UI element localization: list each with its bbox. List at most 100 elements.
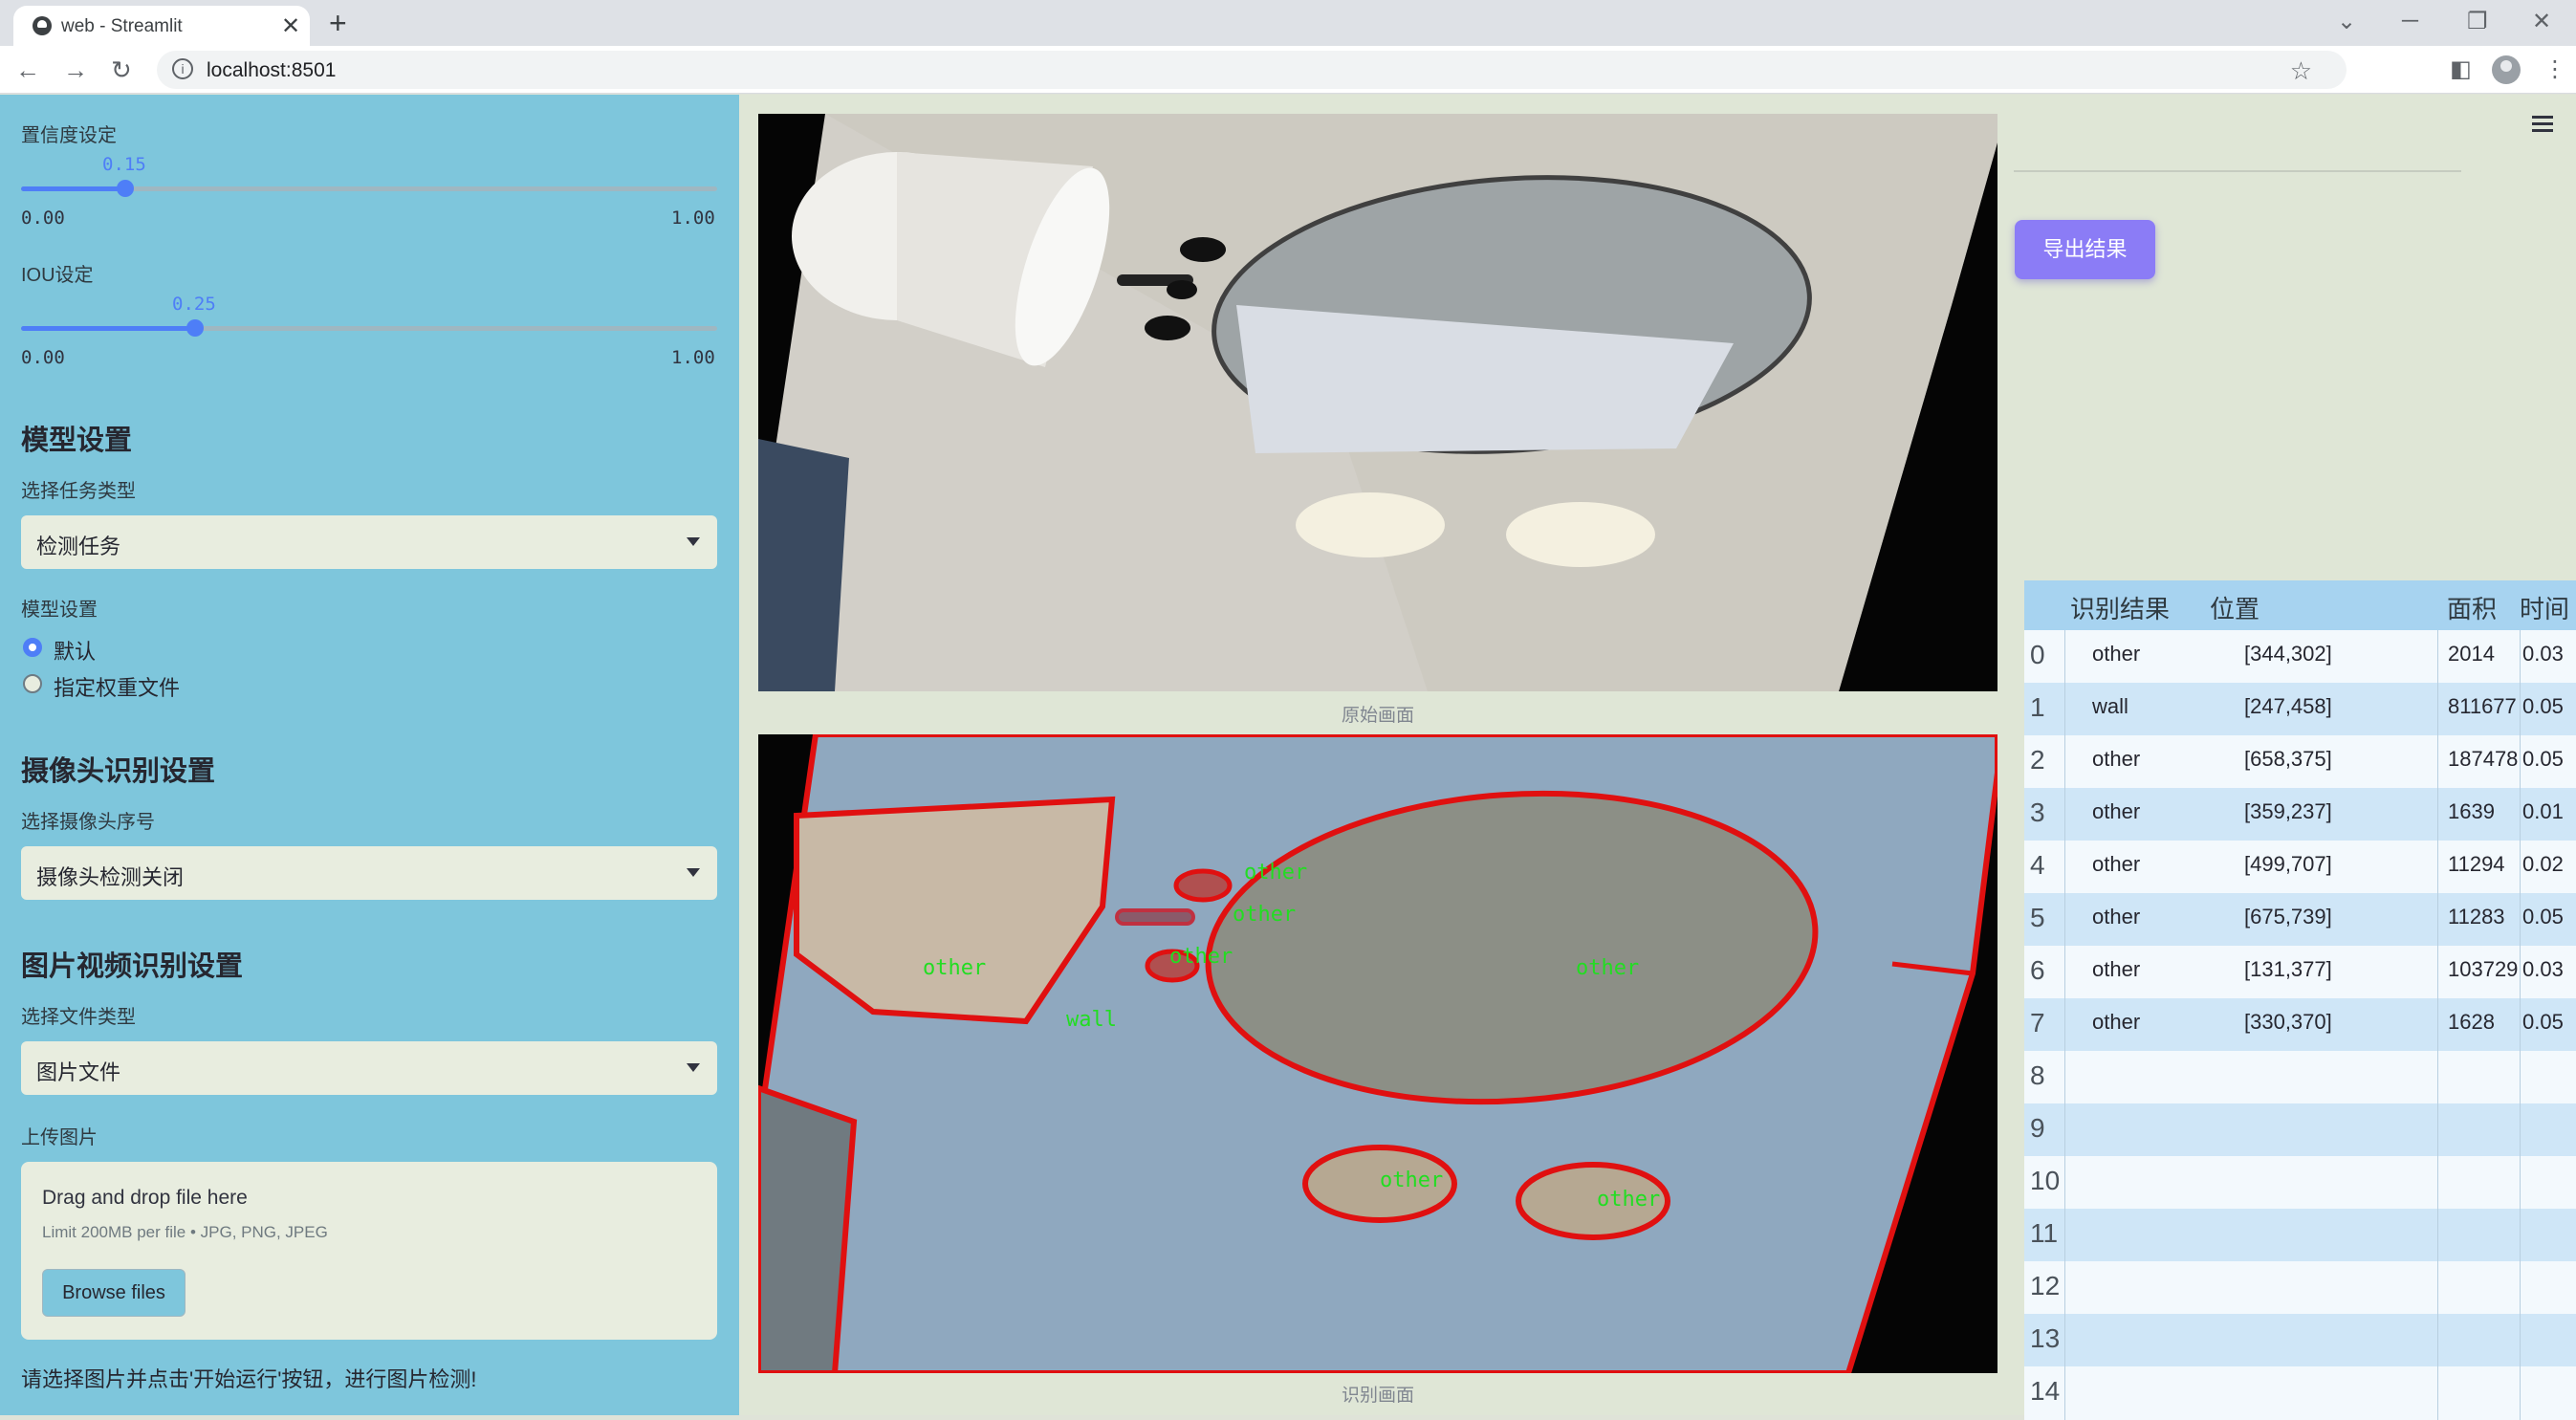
column-separator	[2437, 683, 2438, 736]
upload-limit: Limit 200MB per file • JPG, PNG, JPEG	[42, 1223, 328, 1241]
table-row[interactable]: 13	[2024, 1314, 2576, 1367]
column-header[interactable]: 时间	[2520, 590, 2569, 625]
time-cell: 0.03	[2522, 957, 2564, 981]
column-separator	[2437, 1051, 2438, 1104]
result-caption: 识别画面	[1341, 1386, 1414, 1406]
table-row[interactable]: 1 wall [247,458] 811677 0.05	[2024, 683, 2576, 736]
column-separator	[2064, 1366, 2065, 1420]
area-cell: 11283	[2448, 905, 2505, 928]
upload-label: 上传图片	[21, 1127, 98, 1148]
column-separator	[2437, 841, 2438, 894]
area-cell: 1628	[2448, 1010, 2495, 1034]
table-row[interactable]: 12	[2024, 1261, 2576, 1315]
row-index: 12	[2030, 1271, 2061, 1300]
export-results-button[interactable]: 导出结果	[2015, 220, 2155, 279]
table-row[interactable]: 10	[2024, 1156, 2576, 1210]
column-separator	[2520, 1366, 2521, 1420]
address-bar[interactable]: i localhost:8501 ☆	[157, 51, 2347, 89]
result-label-cell: other	[2092, 747, 2141, 771]
reload-icon[interactable]: ↻	[111, 55, 132, 85]
column-separator	[2437, 788, 2438, 841]
confidence-slider[interactable]	[21, 180, 717, 197]
model-section-heading: 模型设置	[21, 426, 133, 456]
column-separator	[2064, 1051, 2065, 1104]
detection-label: other	[923, 956, 987, 980]
task-type-label: 选择任务类型	[21, 481, 136, 502]
browse-files-button[interactable]: Browse files	[42, 1269, 186, 1317]
close-tab-icon[interactable]: ✕	[281, 12, 300, 40]
original-scene-graphic	[758, 114, 1997, 691]
table-row[interactable]: 8	[2024, 1051, 2576, 1104]
confidence-label: 置信度设定	[21, 125, 117, 146]
radio-custom-weights-label: 指定权重文件	[54, 676, 181, 700]
table-row[interactable]: 14	[2024, 1366, 2576, 1420]
position-cell: [675,739]	[2244, 905, 2332, 928]
time-cell: 0.01	[2522, 799, 2564, 823]
iou-max: 1.00	[671, 347, 715, 368]
detection-label: other	[1597, 1188, 1661, 1212]
column-header[interactable]: 位置	[2210, 590, 2259, 625]
forward-icon[interactable]: →	[63, 55, 88, 85]
profile-avatar[interactable]	[2492, 55, 2521, 84]
iou-slider[interactable]	[21, 319, 717, 337]
row-index: 14	[2030, 1376, 2061, 1406]
camera-section-heading: 摄像头识别设置	[21, 756, 216, 787]
result-scene-graphic	[758, 734, 1997, 1373]
result-label-cell: other	[2092, 852, 2141, 876]
column-header[interactable]: 面积	[2447, 590, 2497, 625]
table-row[interactable]: 4 other [499,707] 11294 0.02	[2024, 841, 2576, 894]
row-index: 7	[2030, 1008, 2045, 1038]
camera-index-label: 选择摄像头序号	[21, 812, 155, 833]
browser-menu-icon[interactable]: ⋮	[2543, 55, 2566, 83]
table-row[interactable]: 0 other [344,302] 2014 0.03	[2024, 630, 2576, 684]
task-type-select[interactable]: 检测任务	[21, 515, 717, 569]
table-row[interactable]: 9	[2024, 1103, 2576, 1157]
restore-icon[interactable]: ❐	[2467, 8, 2488, 35]
row-index: 2	[2030, 745, 2045, 775]
window-close-icon[interactable]: ✕	[2532, 8, 2551, 35]
confidence-slider-thumb[interactable]	[117, 180, 134, 197]
browser-tab[interactable]: web - Streamlit ✕	[13, 6, 310, 46]
streamlit-favicon-icon	[33, 16, 52, 35]
column-separator	[2064, 788, 2065, 841]
column-separator	[2064, 1314, 2065, 1367]
table-row[interactable]: 11	[2024, 1209, 2576, 1262]
upload-title: Drag and drop file here	[42, 1187, 248, 1209]
table-row[interactable]: 5 other [675,739] 11283 0.05	[2024, 893, 2576, 947]
column-separator	[2437, 1366, 2438, 1420]
column-separator	[2064, 630, 2065, 684]
browser-toolbar: ← → ↻ i localhost:8501 ☆ ◧ ⋮	[0, 46, 2576, 94]
site-info-icon[interactable]: i	[172, 58, 193, 79]
back-icon[interactable]: ←	[15, 55, 40, 85]
model-setting-label: 模型设置	[21, 600, 98, 621]
hamburger-menu-icon[interactable]	[2532, 116, 2553, 133]
column-separator	[2520, 630, 2521, 684]
table-row[interactable]: 7 other [330,370] 1628 0.05	[2024, 998, 2576, 1052]
result-image: other other other other other wall other…	[758, 734, 1997, 1373]
file-type-select[interactable]: 图片文件	[21, 1041, 717, 1095]
minimize-icon[interactable]: ─	[2402, 8, 2418, 34]
bookmark-star-icon[interactable]: ☆	[2290, 56, 2312, 86]
sidebar-hint: 请选择图片并点击'开始运行'按钮，进行图片检测!	[21, 1367, 477, 1391]
tab-search-chevron-icon[interactable]: ⌄	[2337, 8, 2356, 35]
table-row[interactable]: 2 other [658,375] 187478 0.05	[2024, 735, 2576, 789]
column-separator	[2520, 1103, 2521, 1157]
file-type-value: 图片文件	[36, 1060, 121, 1084]
position-cell: [330,370]	[2244, 1010, 2332, 1034]
column-separator	[2064, 893, 2065, 947]
column-header[interactable]: 识别结果	[2070, 590, 2170, 625]
camera-select[interactable]: 摄像头检测关闭	[21, 846, 717, 900]
time-cell: 0.05	[2522, 694, 2564, 718]
column-separator	[2064, 1261, 2065, 1315]
browser-tabbar: web - Streamlit ✕ + ⌄ ─ ❐ ✕	[0, 0, 2576, 46]
column-separator	[2520, 841, 2521, 894]
table-row[interactable]: 6 other [131,377] 103729 0.03	[2024, 946, 2576, 999]
file-uploader-dropzone[interactable]: Drag and drop file here Limit 200MB per …	[21, 1162, 717, 1340]
new-tab-icon[interactable]: +	[329, 6, 347, 40]
side-panel-icon[interactable]: ◧	[2450, 55, 2472, 83]
table-row[interactable]: 3 other [359,237] 1639 0.01	[2024, 788, 2576, 841]
iou-slider-fill	[21, 326, 195, 331]
url-text: localhost:8501	[207, 59, 337, 81]
column-separator	[2064, 998, 2065, 1052]
iou-slider-thumb[interactable]	[186, 319, 204, 337]
